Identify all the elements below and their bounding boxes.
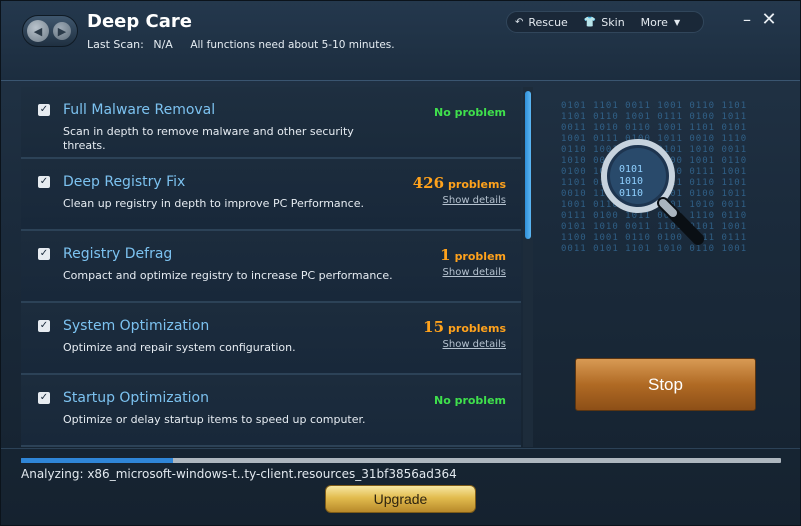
show-details-link[interactable]: Show details bbox=[443, 339, 506, 350]
status-text: problems bbox=[448, 178, 506, 191]
footer-divider bbox=[1, 448, 800, 449]
back-arrow-icon[interactable]: ◀ bbox=[27, 20, 49, 42]
header: ◀ ▶ Deep Care Last Scan: N/A All functio… bbox=[1, 1, 800, 81]
item-title: System Optimization bbox=[63, 318, 210, 334]
item-status: No problem bbox=[430, 390, 506, 408]
close-button[interactable]: ✕ bbox=[760, 11, 778, 29]
checkmark-icon: ✓ bbox=[39, 176, 49, 187]
top-toolbar: ↶ Rescue 👕 Skin More ▼ bbox=[506, 11, 704, 33]
analyzing-status: Analyzing: x86_microsoft-windows-t..ty-c… bbox=[21, 467, 457, 481]
scan-item[interactable]: ✓ System Optimization Optimize and repair … bbox=[21, 303, 521, 375]
scan-item[interactable]: ✓ Registry Defrag Compact and optimize reg… bbox=[21, 231, 521, 303]
page-title: Deep Care bbox=[87, 11, 192, 32]
svg-text:0110: 0110 bbox=[619, 188, 643, 199]
checkbox[interactable]: ✓ bbox=[38, 176, 50, 188]
stop-button[interactable]: Stop bbox=[575, 358, 756, 411]
item-status: 15 problems bbox=[423, 318, 506, 336]
item-title: Registry Defrag bbox=[63, 246, 173, 262]
checkbox[interactable]: ✓ bbox=[38, 320, 50, 332]
checkmark-icon: ✓ bbox=[39, 104, 49, 115]
list-scrollbar[interactable] bbox=[523, 87, 533, 447]
minimize-button[interactable]: – bbox=[738, 11, 756, 29]
item-description: Compact and optimize registry to increas… bbox=[63, 269, 393, 282]
item-title: Full Malware Removal bbox=[63, 102, 216, 118]
svg-text:1010: 1010 bbox=[619, 176, 643, 187]
checkmark-icon: ✓ bbox=[39, 248, 49, 259]
duration-note: All functions need about 5-10 minutes. bbox=[190, 39, 395, 51]
scan-items-list: ✓ Full Malware Removal Scan in depth to re… bbox=[21, 87, 521, 447]
caret-down-icon: ▼ bbox=[673, 17, 681, 27]
scan-progress-bar bbox=[21, 458, 781, 463]
status-text: No problem bbox=[433, 394, 506, 407]
shirt-icon: 👕 bbox=[583, 16, 597, 28]
item-status: No problem bbox=[430, 102, 506, 120]
last-scan-line: Last Scan: N/A All functions need about … bbox=[87, 38, 401, 51]
deep-care-window: ◀ ▶ Deep Care Last Scan: N/A All functio… bbox=[0, 0, 801, 526]
problem-count: 15 bbox=[423, 318, 445, 336]
item-title: Deep Registry Fix bbox=[63, 174, 186, 190]
item-description: Optimize or delay startup items to speed… bbox=[63, 413, 366, 426]
more-label: More bbox=[640, 15, 668, 29]
upgrade-button[interactable]: Upgrade bbox=[325, 485, 476, 513]
progress-fill bbox=[21, 458, 173, 463]
nav-buttons: ◀ ▶ bbox=[22, 15, 78, 47]
item-title: Startup Optimization bbox=[63, 390, 209, 406]
problem-count: 426 bbox=[412, 174, 445, 192]
scan-item[interactable]: ✓ Full Malware Removal Scan in depth to re… bbox=[21, 87, 521, 159]
scan-item[interactable]: ✓ Startup Optimization Optimize or delay s… bbox=[21, 375, 521, 447]
show-details-link[interactable]: Show details bbox=[443, 267, 506, 278]
checkbox[interactable]: ✓ bbox=[38, 104, 50, 116]
svg-text:0101: 0101 bbox=[619, 164, 643, 175]
magnifier-icon: 0101 1010 0110 bbox=[601, 139, 704, 245]
status-text: problem bbox=[454, 250, 506, 263]
forward-arrow-icon[interactable]: ▶ bbox=[53, 22, 71, 40]
status-text: No problem bbox=[433, 106, 506, 119]
checkmark-icon: ✓ bbox=[39, 392, 49, 403]
last-scan-value: N/A bbox=[153, 38, 173, 51]
skin-label: Skin bbox=[601, 15, 625, 29]
status-text: problems bbox=[448, 322, 506, 335]
show-details-link[interactable]: Show details bbox=[443, 195, 506, 206]
rescue-label: Rescue bbox=[528, 15, 568, 29]
undo-arrow-icon: ↶ bbox=[515, 16, 524, 28]
scan-item[interactable]: ✓ Deep Registry Fix Clean up registry in d… bbox=[21, 159, 521, 231]
last-scan-label: Last Scan: bbox=[87, 38, 144, 51]
item-description: Optimize and repair system configuration… bbox=[63, 341, 296, 354]
item-description: Scan in depth to remove malware and othe… bbox=[63, 125, 354, 152]
checkbox[interactable]: ✓ bbox=[38, 248, 50, 260]
item-description: Clean up registry in depth to improve PC… bbox=[63, 197, 364, 210]
checkmark-icon: ✓ bbox=[39, 320, 49, 331]
rescue-button[interactable]: ↶ Rescue bbox=[507, 16, 576, 29]
scrollbar-thumb[interactable] bbox=[525, 91, 531, 239]
problem-count: 1 bbox=[440, 246, 451, 264]
skin-button[interactable]: 👕 Skin bbox=[576, 16, 633, 29]
checkbox[interactable]: ✓ bbox=[38, 392, 50, 404]
more-button[interactable]: More ▼ bbox=[633, 16, 688, 29]
item-status: 426 problems bbox=[413, 174, 506, 192]
item-status: 1 problem bbox=[440, 246, 506, 264]
